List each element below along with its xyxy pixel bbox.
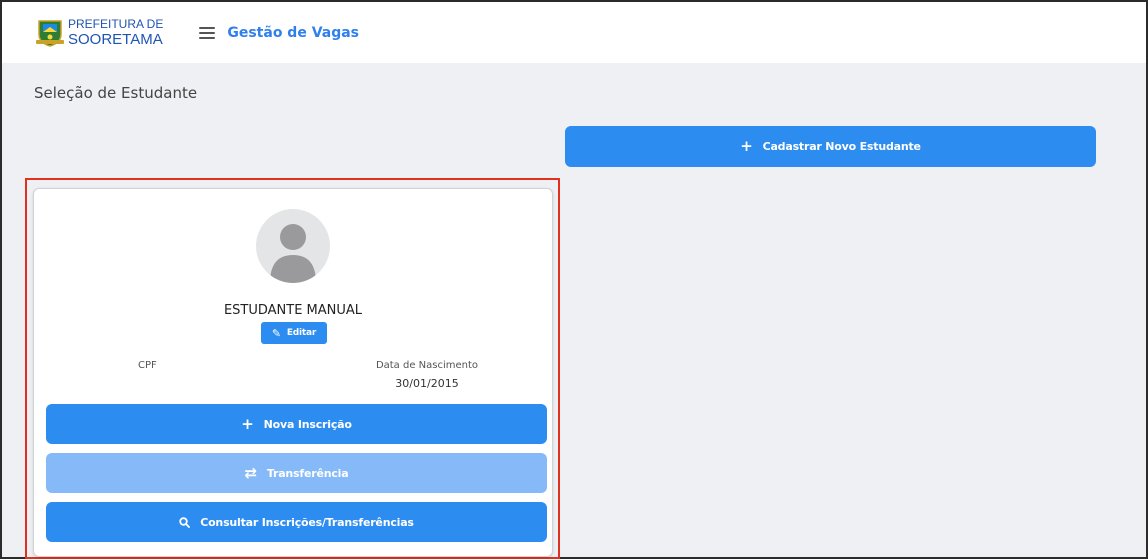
- student-name: ESTUDANTE MANUAL: [223, 303, 363, 318]
- app-title: Gestão de Vagas: [227, 24, 360, 41]
- new-enrollment-label: Nova Inscrição: [263, 417, 352, 431]
- user-silhouette-icon: [270, 224, 316, 283]
- prefeitura-logo[interactable]: PREFEITURA DE SOORETAMA: [34, 18, 163, 48]
- logo-text-line2: SOORETAMA: [68, 31, 163, 48]
- avatar: [256, 209, 330, 283]
- page-title: Seleção de Estudante: [34, 84, 198, 102]
- cpf-label: CPF: [138, 360, 157, 371]
- transfer-button[interactable]: ⇄ Transferência: [46, 453, 547, 493]
- edit-button-label: Editar: [286, 328, 317, 338]
- logo-text-line1: PREFEITURA DE: [68, 17, 164, 31]
- search-icon: [179, 516, 191, 528]
- new-enrollment-button[interactable]: + Nova Inscrição: [46, 404, 547, 444]
- student-card: ESTUDANTE MANUAL ✎ Editar CPF Data de Na…: [33, 188, 553, 557]
- view-enrollments-button[interactable]: Consultar Inscrições/Transferências: [46, 502, 547, 542]
- birth-date-value: 30/01/2015: [395, 377, 459, 390]
- edit-icon: ✎: [271, 326, 281, 340]
- top-bar: PREFEITURA DE SOORETAMA Gestão de Vagas: [2, 2, 1146, 63]
- coat-of-arms-icon: [36, 19, 64, 47]
- swap-arrows-icon: ⇄: [244, 463, 258, 482]
- birth-date-label: Data de Nascimento: [375, 360, 479, 371]
- new-student-button[interactable]: + Cadastrar Novo Estudante: [565, 126, 1096, 167]
- view-enrollments-label: Consultar Inscrições/Transferências: [200, 515, 414, 529]
- transfer-label: Transferência: [266, 466, 349, 480]
- edit-button[interactable]: ✎ Editar: [261, 322, 327, 344]
- plus-icon: +: [740, 137, 753, 155]
- plus-icon: +: [241, 414, 254, 433]
- new-student-button-label: Cadastrar Novo Estudante: [762, 140, 921, 153]
- hamburger-menu-icon[interactable]: [199, 26, 216, 39]
